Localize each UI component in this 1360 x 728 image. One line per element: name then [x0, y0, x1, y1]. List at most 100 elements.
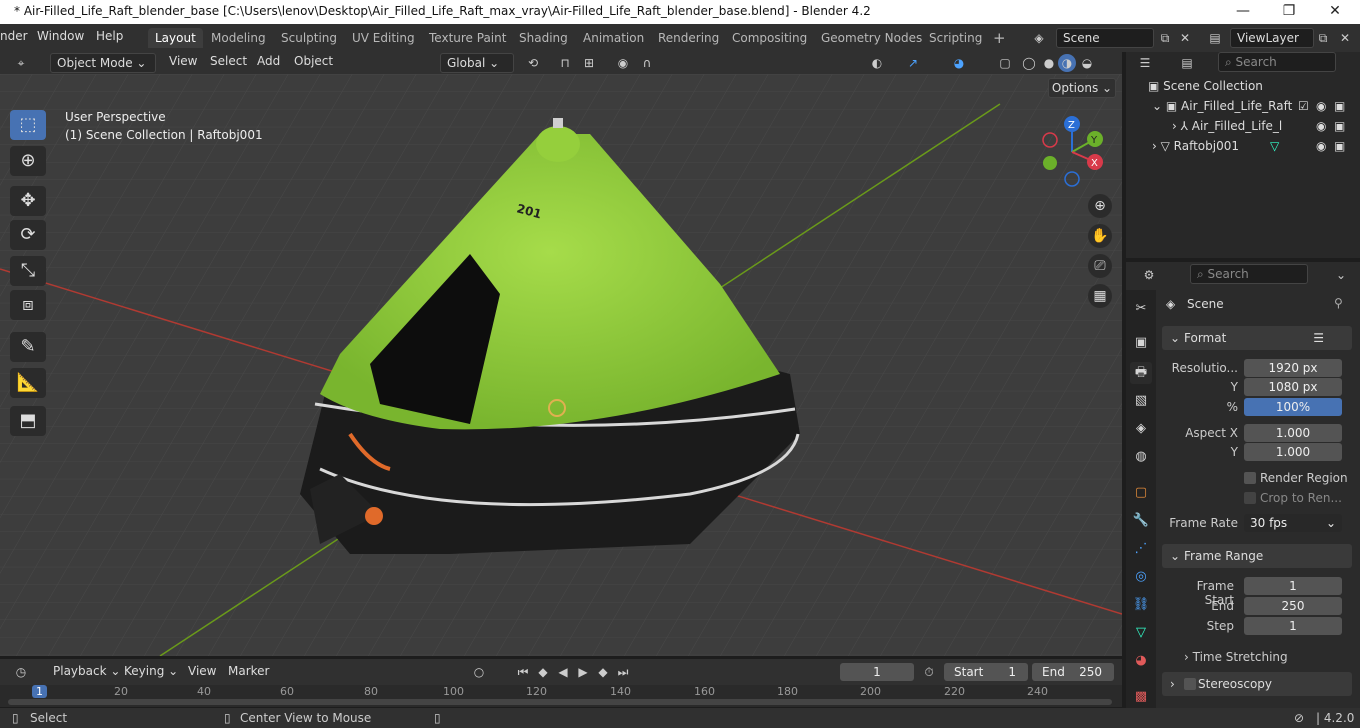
stereoscopy-panel-header[interactable]: › Stereoscopy [1162, 672, 1352, 696]
viewport-menu-select[interactable]: Select [210, 54, 247, 68]
gizmo-icon[interactable]: ↗ [904, 54, 922, 72]
material-shading-icon[interactable]: ◑ [1058, 54, 1076, 72]
prev-keyframe-icon[interactable]: ◆ [534, 663, 552, 681]
tab-sculpting[interactable]: Sculpting [274, 28, 344, 48]
resolution-percent-slider[interactable]: 100% [1244, 398, 1342, 416]
visibility-icon[interactable]: ◐ [868, 54, 886, 72]
physics-tab-icon[interactable]: ◎ [1130, 566, 1152, 588]
overlay-icon[interactable]: ◕ [950, 54, 968, 72]
modifier-tab-icon[interactable]: 🔧 [1130, 510, 1152, 532]
tab-geometry-nodes[interactable]: Geometry Nodes [814, 28, 929, 48]
add-workspace-button[interactable]: + [986, 28, 1013, 48]
minimize-button[interactable]: — [1220, 0, 1266, 24]
new-scene-icon[interactable]: ⧉ [1156, 29, 1174, 47]
rotate-tool[interactable]: ⟳ [10, 220, 46, 250]
snap-target-icon[interactable]: ⊞ [580, 54, 598, 72]
render-tab-icon[interactable]: ▣ [1130, 332, 1152, 354]
camera-icon[interactable]: ▣ [1334, 96, 1345, 116]
scene-icon[interactable]: ◈ [1030, 29, 1048, 47]
view-layer-tab-icon[interactable]: ▧ [1130, 390, 1152, 412]
frame-range-panel-header[interactable]: ⌄ Frame Range [1162, 544, 1352, 568]
tab-scripting[interactable]: Scripting [922, 28, 989, 48]
world-tab-icon[interactable]: ◍ [1130, 446, 1152, 468]
timeline-tick-playhead[interactable]: 1 [32, 685, 47, 698]
camera-view-icon[interactable]: ⎚ [1088, 254, 1112, 278]
stereoscopy-checkbox[interactable] [1184, 678, 1196, 690]
menu-render[interactable]: nder [0, 29, 28, 43]
resolution-y-field[interactable]: 1080 px [1244, 378, 1342, 396]
scene-selector[interactable]: Scene [1056, 28, 1154, 48]
select-box-tool[interactable]: ⬚ [10, 110, 46, 140]
crop-checkbox[interactable] [1244, 492, 1256, 504]
menu-help[interactable]: Help [96, 29, 123, 43]
timeline-start-field[interactable]: Start 1 [944, 663, 1028, 681]
pin-icon[interactable]: ⚲ [1334, 296, 1343, 310]
properties-options-icon[interactable]: ⌄ [1332, 266, 1350, 284]
add-cube-tool[interactable]: ⬒ [10, 406, 46, 436]
next-keyframe-icon[interactable]: ◆ [594, 663, 612, 681]
resolution-x-field[interactable]: 1920 px [1244, 359, 1342, 377]
tab-uv-editing[interactable]: UV Editing [345, 28, 422, 48]
options-dropdown[interactable]: Options ⌄ [1048, 78, 1116, 98]
editor-type-icon[interactable]: ⌖ [12, 54, 30, 72]
timeline-editor-icon[interactable]: ◷ [12, 663, 30, 681]
material-tab-icon[interactable]: ◕ [1130, 650, 1152, 672]
object-mode-dropdown[interactable]: Object Mode ⌄ [50, 53, 156, 73]
ortho-toggle-icon[interactable]: ▦ [1088, 284, 1112, 308]
outliner-item[interactable]: › ▽ Raftobj001 ▽ ◉ ▣ [1126, 136, 1360, 156]
navigation-gizmo[interactable]: Z Y X [1040, 114, 1110, 189]
tab-compositing[interactable]: Compositing [725, 28, 814, 48]
scene-tab-icon[interactable]: ◈ [1130, 418, 1152, 440]
cursor-tool[interactable]: ⊕ [10, 146, 46, 176]
eye-icon[interactable]: ◉ [1316, 96, 1326, 116]
outliner-editor-icon[interactable]: ☰ [1136, 54, 1154, 72]
properties-search[interactable]: ⌕ Search [1190, 264, 1308, 284]
frame-step-field[interactable]: 1 [1244, 617, 1342, 635]
wireframe-shading-icon[interactable]: ◯ [1020, 54, 1038, 72]
move-tool[interactable]: ✥ [10, 186, 46, 216]
snap-icon[interactable]: ⊓ [556, 54, 574, 72]
frame-start-field[interactable]: 1 [1244, 577, 1342, 595]
outliner-item[interactable]: › ⅄ Air_Filled_Life_l ◉ ▣ [1126, 116, 1360, 136]
outliner-search[interactable]: ⌕ Search [1218, 52, 1336, 72]
tab-shading[interactable]: Shading [512, 28, 575, 48]
particles-tab-icon[interactable]: ⋰ [1130, 538, 1152, 560]
tab-rendering[interactable]: Rendering [651, 28, 726, 48]
view-layer-icon[interactable]: ▤ [1206, 29, 1224, 47]
camera-icon[interactable]: ▣ [1334, 136, 1345, 156]
viewport-menu-view[interactable]: View [169, 54, 197, 68]
scene-collection-row[interactable]: ▣ Scene Collection [1126, 76, 1360, 96]
constraints-tab-icon[interactable]: ⛓ [1130, 594, 1152, 616]
outliner-item[interactable]: ⌄ ▣ Air_Filled_Life_Raft ☑ ◉ ▣ [1126, 96, 1360, 116]
timeline-end-field[interactable]: End 250 [1032, 663, 1114, 681]
delete-view-layer-icon[interactable]: ✕ [1336, 29, 1354, 47]
viewport-menu-add[interactable]: Add [257, 54, 280, 68]
current-frame-field[interactable]: 1 [840, 663, 914, 681]
eye-icon[interactable]: ◉ [1316, 136, 1326, 156]
format-panel-header[interactable]: ⌄ Format ☰ [1162, 326, 1352, 350]
frame-end-field[interactable]: 250 [1244, 597, 1342, 615]
timeline-menu-playback[interactable]: Playback ⌄ [53, 664, 120, 678]
tab-texture-paint[interactable]: Texture Paint [422, 28, 513, 48]
aspect-x-field[interactable]: 1.000 [1244, 424, 1342, 442]
frame-rate-dropdown[interactable]: 30 fps ⌄ [1244, 514, 1342, 532]
timeline-menu-marker[interactable]: Marker [228, 664, 269, 678]
render-region-checkbox[interactable] [1244, 472, 1256, 484]
play-reverse-icon[interactable]: ◀ [554, 663, 572, 681]
maximize-button[interactable]: ❐ [1266, 0, 1312, 24]
menu-window[interactable]: Window [37, 29, 84, 43]
xray-icon[interactable]: ▢ [996, 54, 1014, 72]
properties-editor-icon[interactable]: ⚙ [1140, 266, 1158, 284]
close-button[interactable]: ✕ [1312, 0, 1358, 24]
data-tab-icon[interactable]: ▽ [1130, 622, 1152, 644]
record-icon[interactable]: ○ [470, 663, 488, 681]
view-layer-selector[interactable]: ViewLayer [1230, 28, 1314, 48]
delete-scene-icon[interactable]: ✕ [1176, 29, 1194, 47]
tab-animation[interactable]: Animation [576, 28, 651, 48]
viewport-menu-object[interactable]: Object [294, 54, 333, 68]
timeline-scrollbar[interactable] [8, 699, 1112, 705]
stopwatch-icon[interactable]: ⏱ [920, 663, 938, 681]
play-icon[interactable]: ▶ [574, 663, 592, 681]
outliner-filter-icon[interactable]: ▤ [1178, 54, 1196, 72]
timeline-ruler[interactable]: 1 20 40 60 80 100 120 140 160 180 200 22… [0, 685, 1122, 707]
